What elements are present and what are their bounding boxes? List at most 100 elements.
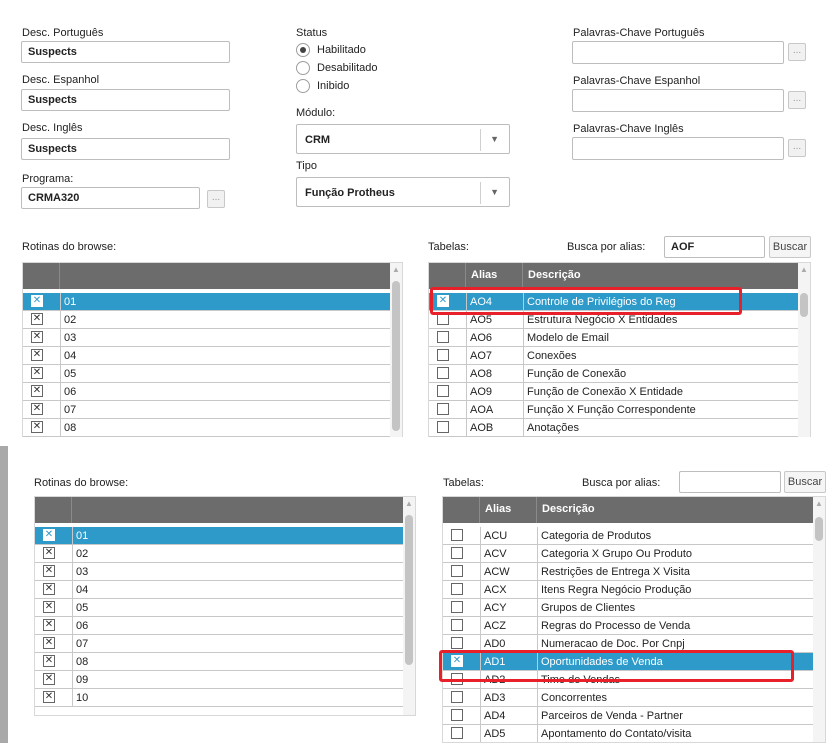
kw-es-field[interactable] [572,89,784,112]
table-row[interactable]: ACV Categoria X Grupo Ou Produto [443,545,813,563]
status-desabilitado-radio[interactable] [296,61,310,75]
desc-pt-field[interactable]: Suspects [21,41,230,63]
row-checkbox[interactable]: ✕ [43,547,55,559]
row-checkbox[interactable]: ✕ [43,691,55,703]
row-checkbox[interactable]: ✕ [43,565,55,577]
table-row[interactable]: AO8 Função de Conexão [429,365,798,383]
row-checkbox[interactable] [451,601,463,613]
scroll-up-icon[interactable]: ▲ [405,499,413,508]
row-checkbox[interactable]: ✕ [43,619,55,631]
desc-es-field[interactable]: Suspects [21,89,230,111]
bottom-busca-input[interactable] [679,471,781,493]
table-row[interactable]: ✕ 05 [35,599,403,617]
scroll-thumb[interactable] [392,281,400,431]
top-tabelas-scrollbar[interactable]: ▲ [798,263,810,437]
scroll-thumb[interactable] [800,293,808,317]
table-row[interactable]: ✕ 07 [35,635,403,653]
table-row[interactable]: AO7 Conexões [429,347,798,365]
table-row[interactable]: ACU Categoria de Produtos [443,527,813,545]
table-row[interactable]: ✕ 02 [23,311,390,329]
table-row[interactable]: ✕ 03 [23,329,390,347]
table-row[interactable]: ✕ 06 [35,617,403,635]
table-row[interactable]: ✕ 10 [35,689,403,707]
scroll-thumb[interactable] [405,515,413,665]
scroll-thumb[interactable] [815,517,823,541]
scroll-up-icon[interactable]: ▲ [815,499,823,508]
table-row[interactable]: ✕ 09 [35,671,403,689]
table-row[interactable]: ✕ 04 [35,581,403,599]
bottom-rotinas-scrollbar[interactable]: ▲ [403,497,415,715]
row-checkbox[interactable] [451,565,463,577]
scroll-up-icon[interactable]: ▲ [800,265,808,274]
alias-cell: ACZ [480,617,537,635]
row-checkbox[interactable] [451,691,463,703]
row-checkbox[interactable] [437,349,449,361]
table-row[interactable]: AD3 Concorrentes [443,689,813,707]
desc-en-field[interactable]: Suspects [21,138,230,160]
row-checkbox[interactable]: ✕ [31,403,43,415]
programa-field[interactable]: CRMA320 [21,187,200,209]
table-row[interactable]: AOB Anotações [429,419,798,437]
row-checkbox[interactable] [451,583,463,595]
row-checkbox[interactable] [437,385,449,397]
bottom-tabelas-scrollbar[interactable]: ▲ [813,497,825,742]
row-checkbox[interactable]: ✕ [43,637,55,649]
kw-pt-field[interactable] [572,41,784,64]
modulo-select[interactable]: CRM ▼ [296,124,510,154]
table-row[interactable]: ✕ 08 [23,419,390,437]
status-habilitado-radio[interactable] [296,43,310,57]
table-row[interactable]: AO9 Função de Conexão X Entidade [429,383,798,401]
status-inibido-radio[interactable] [296,79,310,93]
row-checkbox[interactable] [451,547,463,559]
row-checkbox[interactable] [437,367,449,379]
table-row[interactable]: ✕ 04 [23,347,390,365]
table-row[interactable]: AD5 Apontamento do Contato/visita [443,725,813,742]
table-row[interactable]: ACZ Regras do Processo de Venda [443,617,813,635]
kw-en-field[interactable] [572,137,784,160]
row-checkbox[interactable]: ✕ [43,655,55,667]
scroll-up-icon[interactable]: ▲ [392,265,400,274]
row-checkbox[interactable] [451,529,463,541]
table-row[interactable]: ✕ 05 [23,365,390,383]
bottom-buscar-button[interactable]: Buscar [784,471,826,493]
row-checkbox[interactable]: ✕ [31,421,43,433]
row-checkbox[interactable]: ✕ [43,673,55,685]
tipo-select[interactable]: Função Protheus ▼ [296,177,510,207]
kw-en-lookup-button[interactable]: ... [788,139,806,157]
row-checkbox[interactable]: ✕ [31,313,43,325]
table-row[interactable]: ✕ 03 [35,563,403,581]
row-checkbox[interactable] [437,331,449,343]
table-row[interactable]: AD4 Parceiros de Venda - Partner [443,707,813,725]
table-row[interactable]: ACX Itens Regra Negócio Produção [443,581,813,599]
table-row[interactable]: ✕ 02 [35,545,403,563]
row-checkbox[interactable] [451,637,463,649]
row-checkbox[interactable]: ✕ [31,295,43,307]
table-row[interactable]: ACW Restrições de Entrega X Visita [443,563,813,581]
row-checkbox[interactable] [451,619,463,631]
row-checkbox[interactable]: ✕ [43,529,55,541]
table-row[interactable]: AO6 Modelo de Email [429,329,798,347]
row-checkbox[interactable]: ✕ [31,385,43,397]
table-row[interactable]: ✕ 06 [23,383,390,401]
kw-pt-lookup-button[interactable]: ... [788,43,806,61]
row-checkbox[interactable] [451,727,463,739]
top-rotinas-scrollbar[interactable]: ▲ [390,263,402,437]
row-checkbox[interactable]: ✕ [43,583,55,595]
row-checkbox[interactable]: ✕ [31,367,43,379]
row-checkbox[interactable] [451,709,463,721]
row-checkbox[interactable]: ✕ [31,331,43,343]
table-row[interactable]: ✕ 08 [35,653,403,671]
table-row[interactable]: ✕ 07 [23,401,390,419]
kw-es-lookup-button[interactable]: ... [788,91,806,109]
top-busca-input[interactable]: AOF [664,236,765,258]
programa-lookup-button[interactable]: ... [207,190,225,208]
table-row[interactable]: ✕ 01 [35,527,403,545]
table-row[interactable]: ACY Grupos de Clientes [443,599,813,617]
row-checkbox[interactable]: ✕ [31,349,43,361]
top-buscar-button[interactable]: Buscar [769,236,811,258]
row-checkbox[interactable] [437,403,449,415]
table-row[interactable]: ✕ 01 [23,293,390,311]
row-checkbox[interactable]: ✕ [43,601,55,613]
table-row[interactable]: AOA Função X Função Correspondente [429,401,798,419]
row-checkbox[interactable] [437,421,449,433]
